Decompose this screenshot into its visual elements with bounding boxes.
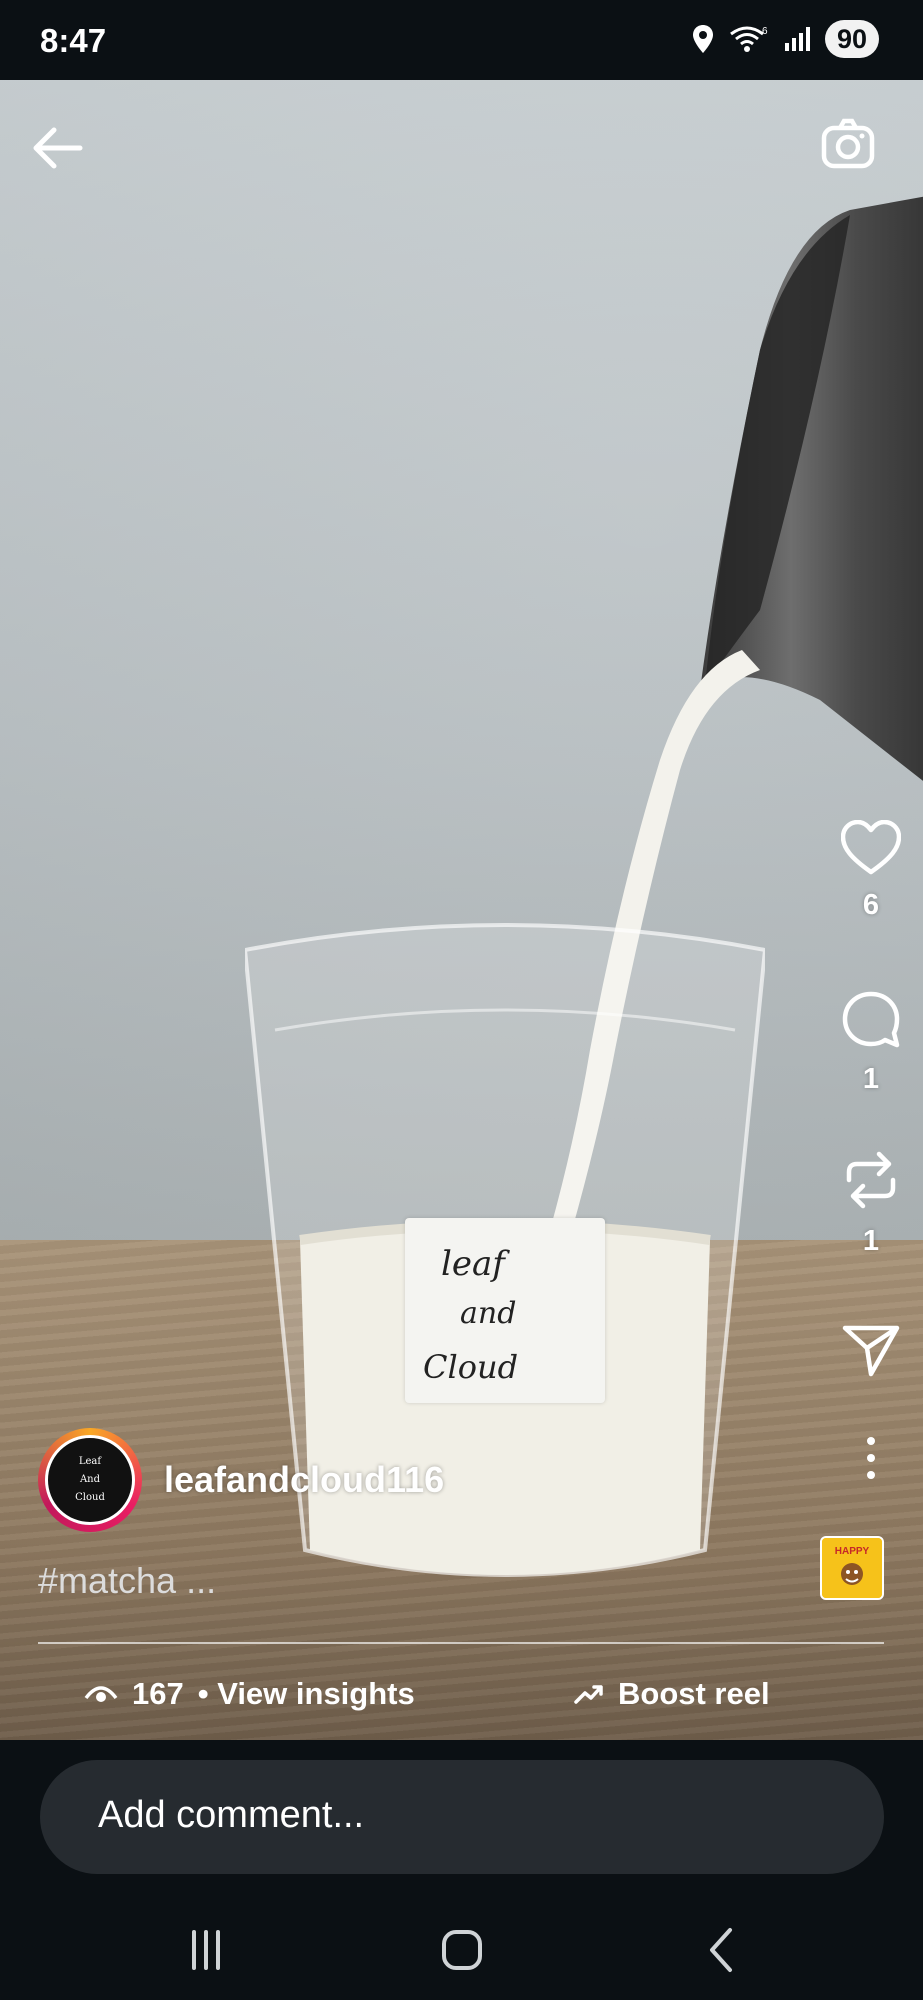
wifi-icon: 6 xyxy=(730,26,768,52)
repost-group[interactable]: 1 xyxy=(841,1148,901,1258)
view-insights-label[interactable]: • View insights xyxy=(198,1676,415,1712)
home-icon[interactable] xyxy=(432,1920,492,1980)
boost-reel-label[interactable]: Boost reel xyxy=(618,1676,770,1712)
repost-count: 1 xyxy=(862,1225,880,1257)
comment-icon[interactable] xyxy=(841,990,901,1050)
username[interactable]: leafandcloud116 xyxy=(164,1459,444,1501)
more-icon[interactable] xyxy=(841,1436,901,1480)
view-count: 167 xyxy=(132,1676,184,1711)
music-art: HAPPY xyxy=(822,1538,882,1598)
comment-count: 1 xyxy=(862,1063,880,1095)
nav-back-icon[interactable] xyxy=(692,1920,752,1980)
view-insights[interactable]: 167 • View insights xyxy=(84,1676,415,1712)
cup-label: leaf and Cloud xyxy=(405,1218,605,1403)
signal-icon xyxy=(784,27,810,51)
cup-label-line2: and xyxy=(460,1296,517,1331)
cup-label-line3: Cloud xyxy=(423,1348,519,1386)
avatar[interactable]: Leaf And Cloud xyxy=(45,1435,135,1525)
location-icon xyxy=(692,25,713,53)
send-group[interactable] xyxy=(841,1322,901,1383)
like-count: 6 xyxy=(862,889,880,921)
status-icons: 6 90 xyxy=(691,20,879,58)
comment-input[interactable]: Add comment... xyxy=(40,1760,884,1874)
music-thumb-text: HAPPY xyxy=(835,1546,870,1557)
back-arrow-icon[interactable] xyxy=(30,120,86,176)
comment-placeholder[interactable]: Add comment... xyxy=(98,1794,364,1837)
camera-icon[interactable] xyxy=(818,114,878,174)
status-bar: 8:47 6 90 xyxy=(0,0,923,80)
battery-indicator: 90 xyxy=(824,20,879,58)
more-group[interactable] xyxy=(841,1436,901,1485)
avatar-text-3: Cloud xyxy=(75,1492,105,1503)
boost-reel[interactable]: Boost reel xyxy=(574,1676,770,1712)
status-time: 8:47 xyxy=(40,22,107,59)
avatar-text-1: Leaf xyxy=(78,1456,102,1467)
cup-label-line1: leaf xyxy=(441,1244,505,1284)
author-row[interactable]: Leaf And Cloud leafandcloud116 xyxy=(38,1428,444,1532)
comment-group[interactable]: 1 xyxy=(841,990,901,1096)
send-icon[interactable] xyxy=(841,1322,901,1378)
like-group[interactable]: 6 xyxy=(840,819,902,922)
repost-icon[interactable] xyxy=(841,1148,901,1212)
recents-icon[interactable] xyxy=(176,1920,236,1980)
heart-icon[interactable] xyxy=(840,819,902,876)
music-thumbnail[interactable]: HAPPY xyxy=(820,1536,884,1600)
svg-text:6: 6 xyxy=(762,26,768,37)
trending-icon xyxy=(574,1685,603,1704)
avatar-text-2: And xyxy=(79,1474,101,1485)
eye-icon xyxy=(84,1686,118,1702)
caption-divider xyxy=(38,1642,884,1644)
avatar-ring[interactable]: Leaf And Cloud xyxy=(38,1428,142,1532)
system-nav-bar xyxy=(0,1900,923,2000)
caption[interactable]: #matcha ... xyxy=(38,1560,216,1602)
